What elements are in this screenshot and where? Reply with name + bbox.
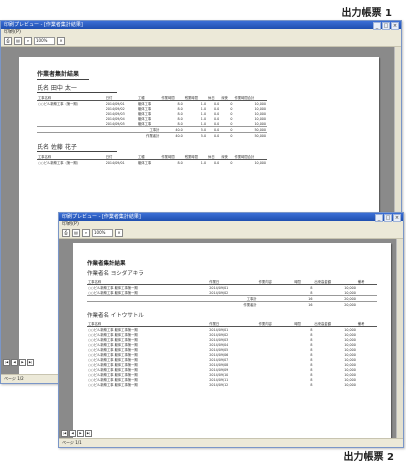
table-cell: 2014/09/01	[105, 160, 125, 165]
caption-top: 出力帳票 1	[341, 8, 392, 19]
maximize-icon[interactable]: □	[382, 22, 390, 30]
worker-name-1: 氏名 田中 太一	[37, 83, 117, 93]
table-cell: 0.0	[214, 160, 220, 165]
window-1-menubar: 印刷(P)	[1, 29, 401, 36]
menu-print[interactable]: 印刷(P)	[4, 29, 21, 35]
close-icon[interactable]: ×	[393, 214, 401, 222]
report-table-2b: 工事名称 作業日 作業内容 時間 出来高金額 備考 ○○ビル新築工事 躯体工事第一期 201…	[87, 321, 377, 387]
minimize-icon[interactable]: _	[375, 214, 383, 222]
worker-name-2: 氏名 佐藤 花子	[37, 142, 117, 152]
table-cell: 0	[230, 160, 233, 165]
first-page-icon[interactable]: |◀	[3, 359, 10, 366]
window-2-toolbar: ⎙ ▤ ⌕ 100% ×	[59, 228, 403, 239]
table-cell	[258, 382, 294, 387]
zoom-select[interactable]: 100%	[92, 229, 113, 237]
table-row: ○○ビル新築工事 躯体工事第一期 2014/09/12 8 10,000	[87, 382, 377, 388]
total-cell: 0.0	[207, 132, 221, 138]
close-preview-icon[interactable]: ×	[115, 229, 123, 237]
total-cell: 20,000	[313, 301, 357, 307]
table-cell: 8	[310, 382, 313, 387]
minimize-icon[interactable]: _	[373, 22, 381, 30]
prev-page-icon[interactable]: ◀	[69, 430, 76, 437]
window-2-scrollbar[interactable]	[396, 239, 403, 439]
page-nav-2: |◀ ◀ ▶ ▶|	[61, 430, 92, 437]
worker-name-2b: 作業者名 イトウサトル	[87, 313, 144, 319]
close-preview-icon[interactable]: ×	[57, 37, 65, 45]
close-icon[interactable]: ×	[391, 22, 399, 30]
total-cell	[257, 301, 294, 307]
report-title: 作業者集計結果	[37, 69, 89, 80]
window-2-titlebar[interactable]: 印刷プレビュー - [作業者集計結果] _ □ ×	[59, 213, 403, 222]
table-cell: ○○ビル新築工事 躯体工事第一期	[88, 383, 138, 387]
window-1-toolbar: ⎙ ▤ ⌕ 100% ×	[1, 36, 401, 47]
report-page-2: 作業者集計結果 作業者名 ヨシダアキラ 工事名称 作業日 作業内容 時間 出来高金額 備考…	[73, 243, 391, 439]
table-cell	[357, 382, 377, 387]
total-cell: 16	[293, 301, 314, 307]
window-1-title: 印刷プレビュー - [作業者集計結果]	[4, 22, 83, 28]
report-table-2: 工事名称 日付 工種 作業時間 残業時間 休日 深夜 作業時間合計 ○○ビル新築工事（第一期）…	[37, 154, 267, 165]
table-cell: 1.0	[200, 160, 207, 165]
table-cell: 10,000	[254, 160, 266, 165]
table-cell: 8.0	[177, 160, 183, 165]
window-2-statusbar: ページ 1/1	[59, 438, 403, 447]
table-cell: 躯体工事	[138, 161, 152, 165]
total-cell: 5.0	[183, 132, 208, 138]
print-icon[interactable]: ⎙	[62, 229, 70, 237]
maximize-icon[interactable]: □	[384, 214, 392, 222]
zoom-select[interactable]: 100%	[34, 37, 55, 45]
last-page-icon[interactable]: ▶|	[85, 430, 92, 437]
zoom-icon[interactable]: ⌕	[82, 229, 90, 237]
table-cell: ○○ビル新築工事（第一期）	[38, 161, 81, 165]
total-cell	[356, 301, 377, 307]
page-setup-icon[interactable]: ▤	[14, 37, 22, 45]
report-title-2: 作業者集計結果	[87, 261, 126, 267]
total-label: 作業者計	[87, 301, 258, 307]
total-cell: 40.0	[160, 132, 184, 138]
window-2-menubar: 印刷(P)	[59, 221, 403, 228]
report-table-1: 工事名称 日付 工種 作業時間 残業時間 休日 深夜 作業時間合計 ○○ビル新築工事（第一期）…	[37, 95, 267, 138]
first-page-icon[interactable]: |◀	[61, 430, 68, 437]
window-1-titlebar[interactable]: 印刷プレビュー - [作業者集計結果] _ □ ×	[1, 21, 401, 30]
total-row: 作業者計 40.0 5.0 0.0 0 50,000	[37, 132, 267, 138]
next-page-icon[interactable]: ▶	[19, 359, 26, 366]
total-label: 作業者計	[37, 132, 161, 138]
preview-window-2: 印刷プレビュー - [作業者集計結果] _ □ × 印刷(P) ⎙ ▤ ⌕ 10…	[58, 212, 404, 448]
window-2-status: ページ 1/1	[62, 440, 82, 445]
print-icon[interactable]: ⎙	[4, 37, 12, 45]
window-1-status: ページ 1/2	[4, 376, 24, 381]
table-cell: 10,000	[344, 382, 356, 387]
worker-name-2a: 作業者名 ヨシダアキラ	[87, 271, 144, 277]
menu-print[interactable]: 印刷(P)	[62, 221, 79, 227]
zoom-icon[interactable]: ⌕	[24, 37, 32, 45]
table-row: ○○ビル新築工事（第一期） 2014/09/01 躯体工事 8.0 1.0 0.0 0 10,…	[37, 160, 267, 166]
caption-bottom: 出力帳票 2	[343, 452, 394, 463]
total-cell: 50,000	[233, 132, 267, 138]
page-setup-icon[interactable]: ▤	[72, 229, 80, 237]
total-row: 作業者計 16 20,000	[87, 301, 377, 307]
table-cell: 2014/09/12	[209, 382, 229, 387]
total-cell: 0	[220, 132, 234, 138]
page-nav: |◀ ◀ ▶ ▶|	[3, 359, 34, 366]
next-page-icon[interactable]: ▶	[77, 430, 84, 437]
window-2-title: 印刷プレビュー - [作業者集計結果]	[62, 214, 141, 220]
window-2-viewport[interactable]: 作業者集計結果 作業者名 ヨシダアキラ 工事名称 作業日 作業内容 時間 出来高金額 備考…	[59, 239, 403, 439]
report-table-2a: 工事名称 作業日 作業内容 時間 出来高金額 備考 ○○ビル新築工事 躯体工事第一期 201…	[87, 279, 377, 307]
last-page-icon[interactable]: ▶|	[27, 359, 34, 366]
prev-page-icon[interactable]: ◀	[11, 359, 18, 366]
